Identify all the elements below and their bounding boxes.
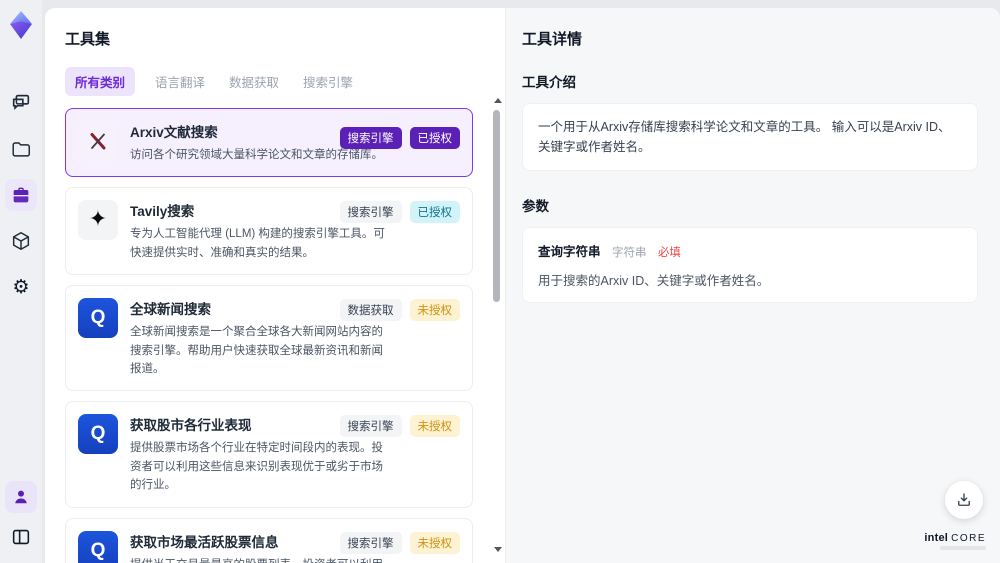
tool-description: 全球新闻搜索是一个聚合全球各大新闻网站内容的搜索引擎。帮助用户快速获取全球最新资… — [130, 326, 383, 375]
app-logo-icon[interactable] — [7, 9, 35, 41]
intel-core-logo: intel CORE — [924, 532, 986, 550]
auth-status-badge: 未授权 — [409, 415, 460, 438]
param-required-flag: 必填 — [657, 247, 681, 259]
tool-collection-panel: 工具集 所有类别 语言翻译 数据获取 搜索引擎 Arxiv文献搜索 访问各个研究… — [45, 8, 505, 563]
auth-status-badge: 未授权 — [409, 299, 460, 322]
tool-item-tavily[interactable]: ✦ Tavily搜索 专为人工智能代理 (LLM) 构建的搜索引擎工具。可快速提… — [65, 187, 473, 276]
param-name: 查询字符串 — [538, 245, 601, 259]
category-badge: 数据获取 — [339, 299, 402, 322]
blue-q-logo-icon: Q — [78, 414, 118, 455]
param-type: 字符串 — [611, 247, 647, 259]
auth-status-badge: 未授权 — [409, 531, 460, 554]
blue-q-logo-icon: Q — [78, 298, 118, 339]
tab-all-categories[interactable]: 所有类别 — [65, 67, 136, 96]
tavily-star-logo-icon: ✦ — [78, 200, 118, 241]
param-header: 查询字符串 字符串 必填 — [538, 241, 962, 261]
scrollbar-thumb[interactable] — [493, 110, 500, 302]
auth-status-badge: 已授权 — [409, 201, 460, 224]
tool-description: 专为人工智能代理 (LLM) 构建的搜索引擎工具。可快速提供实时、准确和真实的结… — [130, 228, 385, 259]
tab-data-acquisition[interactable]: 数据获取 — [225, 67, 283, 96]
tool-item-arxiv[interactable]: Arxiv文献搜索 访问各个研究领域大量科学论文和文章的存储库。 搜索引擎 已授… — [65, 108, 473, 178]
tool-detail-panel: 工具详情 工具介绍 一个用于从Arxiv存储库搜索科学论文和文章的工具。 输入可… — [505, 8, 1000, 563]
intro-text: 一个用于从Arxiv存储库搜索科学论文和文章的工具。 输入可以是Arxiv ID… — [538, 120, 951, 154]
processor-model-strip — [940, 546, 986, 550]
page-title: 工具集 — [65, 31, 111, 48]
tool-list: Arxiv文献搜索 访问各个研究领域大量科学论文和文章的存储库。 搜索引擎 已授… — [65, 108, 485, 563]
tool-item-sector-performance[interactable]: Q 获取股市各行业表现 提供股票市场各个行业在特定时间段内的表现。投资者可以利用… — [65, 401, 473, 508]
category-badge: 搜索引擎 — [339, 201, 402, 224]
param-box: 查询字符串 字符串 必填 用于搜索的Arxiv ID、关键字或作者姓名。 — [522, 227, 978, 303]
gear-icon[interactable]: ⚙ — [5, 271, 37, 303]
tool-description: 提供股票市场各个行业在特定时间段内的表现。投资者可以利用这些信息来识别表现优于或… — [130, 442, 383, 492]
params-heading: 参数 — [522, 199, 549, 214]
category-tabs: 所有类别 语言翻译 数据获取 搜索引擎 — [65, 67, 485, 96]
download-button[interactable] — [945, 481, 983, 519]
blue-q-logo-icon: Q — [78, 530, 118, 563]
panels-icon[interactable] — [5, 521, 37, 553]
core-wordmark: CORE — [951, 532, 986, 544]
cube-icon[interactable] — [5, 225, 37, 257]
scroll-down-icon[interactable] — [494, 547, 502, 552]
download-icon — [958, 493, 970, 506]
category-badge: 搜索引擎 — [339, 415, 402, 438]
scrollbar[interactable] — [492, 90, 502, 558]
tool-item-global-news[interactable]: Q 全球新闻搜索 全球新闻搜索是一个聚合全球各大新闻网站内容的搜索引擎。帮助用户… — [65, 285, 473, 392]
intro-box: 一个用于从Arxiv存储库搜索科学论文和文章的工具。 输入可以是Arxiv ID… — [522, 103, 978, 171]
app-rail: ⚙ — [0, 0, 42, 563]
folder-icon[interactable] — [5, 133, 37, 165]
user-icon[interactable] — [5, 481, 37, 513]
category-badge: 搜索引擎 — [339, 531, 402, 554]
scroll-up-icon[interactable] — [494, 98, 502, 103]
tool-item-most-active-stocks[interactable]: Q 获取市场最活跃股票信息 提供当天交易量最高的股票列表，投资者可以利用这些信息… — [65, 517, 473, 563]
tab-search-engine[interactable]: 搜索引擎 — [299, 67, 357, 96]
tab-language-translation[interactable]: 语言翻译 — [151, 67, 209, 96]
auth-status-badge: 已授权 — [409, 127, 460, 149]
chat-icon[interactable] — [5, 87, 37, 119]
tool-description: 提供当天交易量最高的股票列表，投资者可以利用这些信息来识别流动性强的股票和潜在的… — [130, 556, 392, 563]
detail-title: 工具详情 — [522, 31, 583, 48]
toolbox-icon[interactable] — [5, 179, 37, 211]
param-description: 用于搜索的Arxiv ID、关键字或作者姓名。 — [538, 274, 770, 288]
arxiv-x-logo-icon — [78, 121, 118, 161]
intro-heading: 工具介绍 — [522, 75, 576, 90]
category-badge: 搜索引擎 — [339, 127, 402, 149]
intel-wordmark: intel — [924, 531, 949, 544]
